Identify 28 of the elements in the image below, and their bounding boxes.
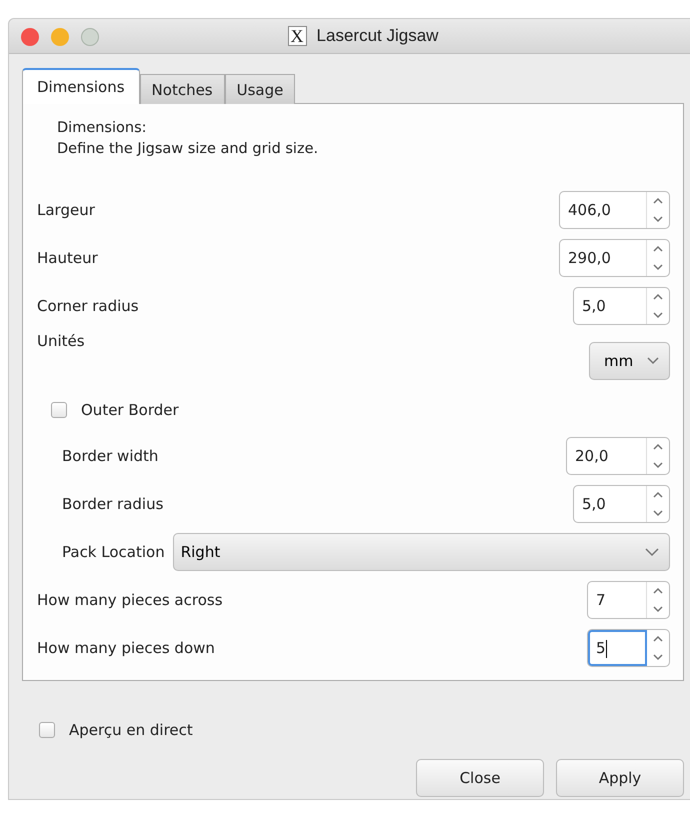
checkbox[interactable] — [51, 402, 67, 418]
description-text: Define the Jigsaw size and grid size. — [57, 140, 320, 159]
field-label: Pack Location — [62, 543, 165, 561]
checkbox[interactable] — [39, 722, 55, 738]
field-label: Largeur — [37, 201, 95, 219]
field-label: How many pieces down — [37, 639, 215, 657]
checkbox-label: Aperçu en direct — [69, 721, 193, 739]
field-label: Border width — [62, 447, 158, 465]
close-icon[interactable] — [21, 28, 39, 46]
app-icon: X — [288, 26, 307, 46]
field-label: Unités — [37, 332, 85, 350]
location-dropdown[interactable]: Right — [172, 533, 670, 571]
unit-dropdown[interactable]: mm — [589, 342, 670, 380]
chevron-down-icon — [645, 548, 659, 556]
dialog-button[interactable]: Close — [416, 759, 544, 797]
field-label: How many pieces across — [37, 591, 223, 609]
description-heading: Dimensions: — [57, 119, 148, 138]
field-label: Hauteur — [37, 249, 98, 267]
checkbox-label: Outer Border — [81, 401, 179, 419]
number-field[interactable]: 5 — [588, 630, 647, 666]
field-label: Corner radius — [37, 297, 139, 315]
chevron-down-icon — [647, 357, 659, 365]
field-label: Border radius — [62, 495, 164, 513]
tab[interactable]: Dimensions — [22, 68, 140, 104]
dialog-button[interactable]: Apply — [556, 759, 684, 797]
window-title: Lasercut Jigsaw — [316, 26, 438, 46]
tab[interactable]: Notches — [140, 74, 225, 104]
tab[interactable]: Usage — [224, 74, 296, 104]
